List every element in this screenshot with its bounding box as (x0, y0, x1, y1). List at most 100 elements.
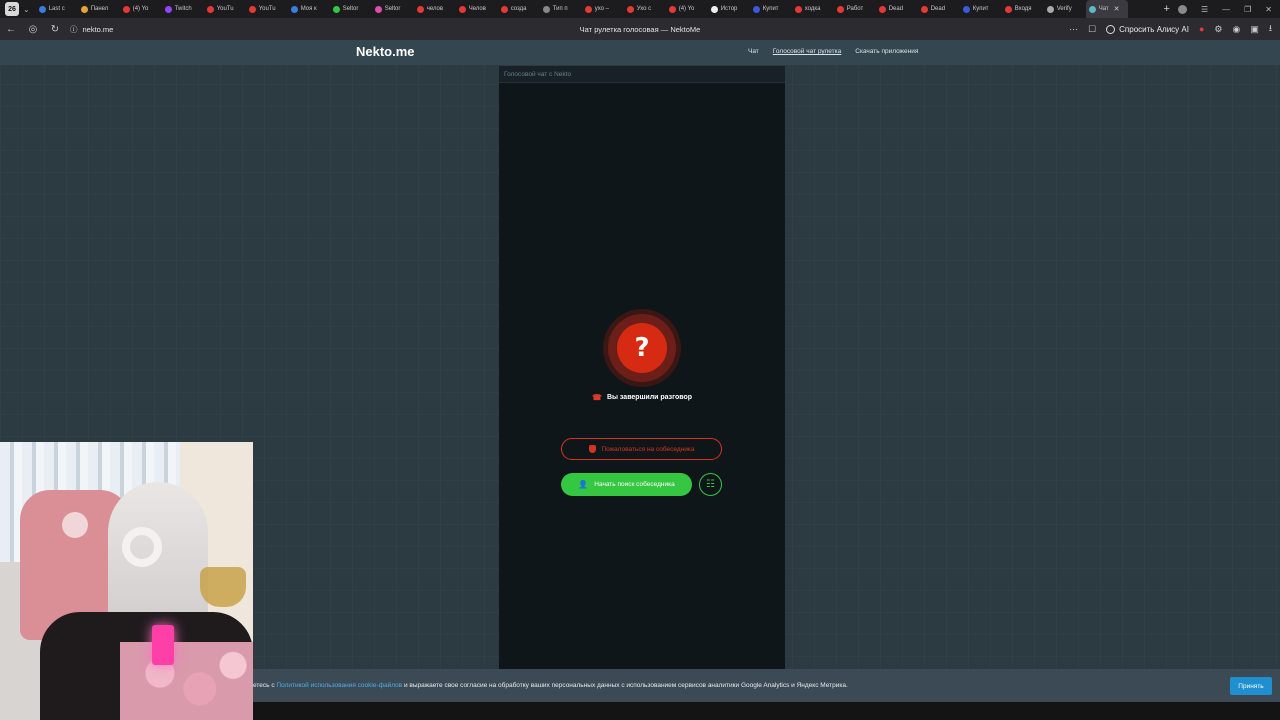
tab-label: созда (510, 6, 527, 12)
browser-tab[interactable]: (4) Yo (666, 0, 708, 18)
shield-icon (588, 445, 596, 453)
tab-favicon-icon (374, 5, 382, 13)
reload-icon[interactable]: ↻ (44, 24, 66, 35)
cookie-policy-link[interactable]: Политикой использования cookie-файлов (276, 682, 402, 689)
browser-tab[interactable]: (4) Yo (120, 0, 162, 18)
tab-favicon-icon (878, 5, 886, 13)
tab-favicon-icon (290, 5, 298, 13)
chevron-down-icon[interactable]: ⌄ (23, 5, 30, 14)
browser-tab[interactable]: челов (414, 0, 456, 18)
tab-favicon-icon (1046, 5, 1054, 13)
nav-voice-roulette[interactable]: Голосовой чат рулетка (773, 48, 841, 55)
tab-label: Моя к (300, 6, 317, 12)
question-icon: ? (617, 323, 667, 373)
tab-label: YouTu (258, 6, 276, 12)
back-icon[interactable]: ← (0, 24, 22, 35)
profile-avatar[interactable] (1177, 4, 1187, 14)
browser-tab[interactable]: Verify (1044, 0, 1086, 18)
browser-tab[interactable]: Купит (960, 0, 1002, 18)
new-tab-button[interactable]: + (1164, 3, 1170, 15)
tab-favicon-icon (626, 5, 634, 13)
nav-download-apps[interactable]: Скачать приложения (855, 48, 918, 55)
window-controls: ☰ — ❐ ✕ (1177, 4, 1280, 14)
sidebar-icon[interactable]: ▣ (1250, 24, 1259, 35)
close-window-icon[interactable]: ✕ (1265, 5, 1272, 14)
tab-favicon-icon (500, 5, 508, 13)
browser-tab-bar: 26 ⌄ Last c Панел (4) Yo Twitch YouTu YouTu Мо… (0, 0, 1280, 18)
tab-label: Last c (48, 6, 65, 12)
browser-tab[interactable]: Работ (834, 0, 876, 18)
browser-tab[interactable]: ухо – (582, 0, 624, 18)
browser-tab[interactable]: Истор (708, 0, 750, 18)
browser-tab[interactable]: Twitch (162, 0, 204, 18)
browser-tab[interactable]: Last c (36, 0, 78, 18)
download-icon[interactable]: ⭳ (1269, 21, 1272, 37)
more-icon[interactable]: ⋯ (1069, 24, 1078, 35)
browser-tab[interactable]: Dead (876, 0, 918, 18)
url-text: nekto.me (82, 24, 114, 34)
tab-favicon-icon (668, 5, 676, 13)
alice-label: Спросить Алису AI (1119, 24, 1189, 34)
url-field[interactable]: ⓘ nekto.me (70, 24, 113, 35)
report-user-button[interactable]: Пожаловаться на собеседника (561, 438, 722, 460)
tab-favicon-icon (962, 5, 970, 13)
yandex-icon[interactable]: ◎ (22, 24, 44, 35)
tab-label: Verify (1056, 6, 1072, 12)
browser-tab[interactable]: Входя (1002, 0, 1044, 18)
browser-tab[interactable]: ходка (792, 0, 834, 18)
tab-favicon-icon (920, 5, 928, 13)
tab-favicon-icon (80, 5, 88, 13)
start-search-button[interactable]: 👤 Начать поиск собеседника (561, 473, 692, 496)
tab-label: Ухо с (636, 6, 652, 12)
browser-tab[interactable]: Seltor (330, 0, 372, 18)
alice-button[interactable]: Спросить Алису AI (1106, 24, 1189, 34)
webcam-teacup (200, 567, 246, 607)
cookie-text-after: и выражаете свое согласие на обработку в… (402, 682, 848, 689)
site-info-icon[interactable]: ⓘ (70, 24, 78, 35)
browser-tab[interactable]: Моя к (288, 0, 330, 18)
webcam-chair-logo (62, 512, 88, 538)
status-indicator: ? (603, 309, 681, 387)
tab-favicon-icon (38, 5, 46, 13)
extension-icon[interactable]: ● (1199, 24, 1204, 34)
webcam-candle (152, 625, 174, 665)
cookie-accept-button[interactable]: Принять (1230, 677, 1272, 695)
maximize-icon[interactable]: ❐ (1244, 5, 1251, 14)
browser-tab[interactable]: Seltor (372, 0, 414, 18)
tab-favicon-icon (122, 5, 130, 13)
browser-tab[interactable]: Купит (750, 0, 792, 18)
browser-tab[interactable]: созда (498, 0, 540, 18)
settings-gear-icon[interactable]: ⚙ (1214, 24, 1222, 35)
tab-count-badge[interactable]: 26 (5, 2, 19, 16)
close-tab-icon[interactable]: ✕ (1114, 5, 1120, 13)
nav-chat[interactable]: Чат (748, 48, 759, 55)
tab-label: (4) Yo (132, 6, 149, 12)
browser-tab[interactable]: Панел (78, 0, 120, 18)
browser-tab[interactable]: Тип п (540, 0, 582, 18)
browser-tab[interactable]: Ухо с (624, 0, 666, 18)
site-logo[interactable]: Nekto.me (356, 44, 415, 59)
report-label: Пожаловаться на собеседника (601, 445, 695, 453)
webcam-headphones (122, 527, 162, 567)
browser-tab[interactable]: YouTu (204, 0, 246, 18)
tab-label: Работ (846, 6, 864, 12)
webcam-overlay (0, 442, 253, 720)
bookmark-icon[interactable]: ☐ (1088, 24, 1096, 35)
call-ended-message: ☎ Вы завершили разговор (499, 393, 785, 402)
search-label: Начать поиск собеседника (594, 481, 675, 488)
menu-icon[interactable]: ☰ (1201, 5, 1208, 14)
browser-tab[interactable]: Dead (918, 0, 960, 18)
minimize-icon[interactable]: — (1222, 5, 1230, 14)
tab-favicon-icon (206, 5, 214, 13)
status-ring-inner: ? (608, 314, 676, 382)
address-bar-actions: ⋯ ☐ Спросить Алису AI ● ⚙ ◉ ▣ ⭳ (1069, 21, 1280, 37)
search-settings-button[interactable]: ☷ (699, 473, 722, 496)
browser-tab-active[interactable]: Чат ✕ (1085, 0, 1128, 18)
browser-tab[interactable]: Челов (456, 0, 498, 18)
hangup-phone-icon: ☎ (591, 393, 602, 402)
browser-tab[interactable]: YouTu (246, 0, 288, 18)
address-bar: ← ◎ ↻ ⓘ nekto.me Чат рулетка голосовая —… (0, 18, 1280, 40)
tab-favicon-icon (1088, 5, 1096, 13)
tab-label: Twitch (174, 6, 192, 12)
translate-icon[interactable]: ◉ (1232, 24, 1240, 35)
